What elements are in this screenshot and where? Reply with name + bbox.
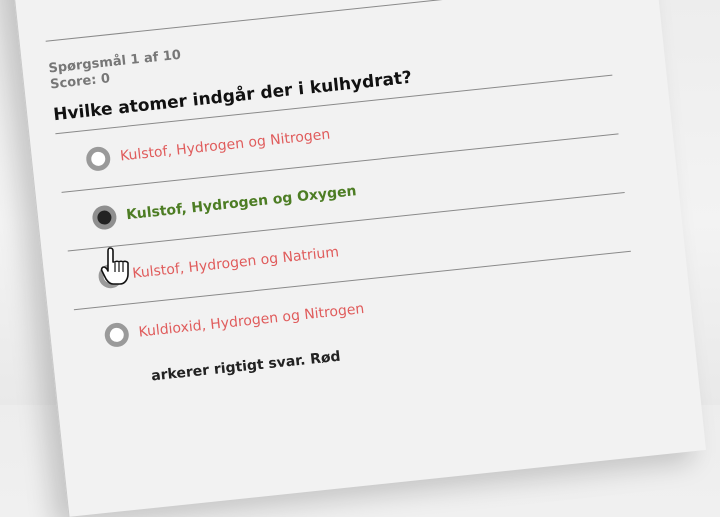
answer-label-correct: Kulstof, Hydrogen og Oxygen: [125, 183, 358, 224]
hand-pointer-icon: [100, 247, 129, 285]
answer-label: Kulstof, Hydrogen og Nitrogen: [119, 126, 331, 165]
radio-button[interactable]: [85, 145, 112, 173]
radio-button[interactable]: [103, 321, 130, 349]
answer-label: Kulstof, Hydrogen og Natrium: [131, 244, 340, 282]
quiz-body: Spørgsmål 1 af 10 Score: 0 Hvilke atomer…: [45, 0, 640, 392]
answer-label: Kuldioxid, Hydrogen og Nitrogen: [137, 300, 366, 341]
radio-button-selected[interactable]: [91, 204, 118, 231]
